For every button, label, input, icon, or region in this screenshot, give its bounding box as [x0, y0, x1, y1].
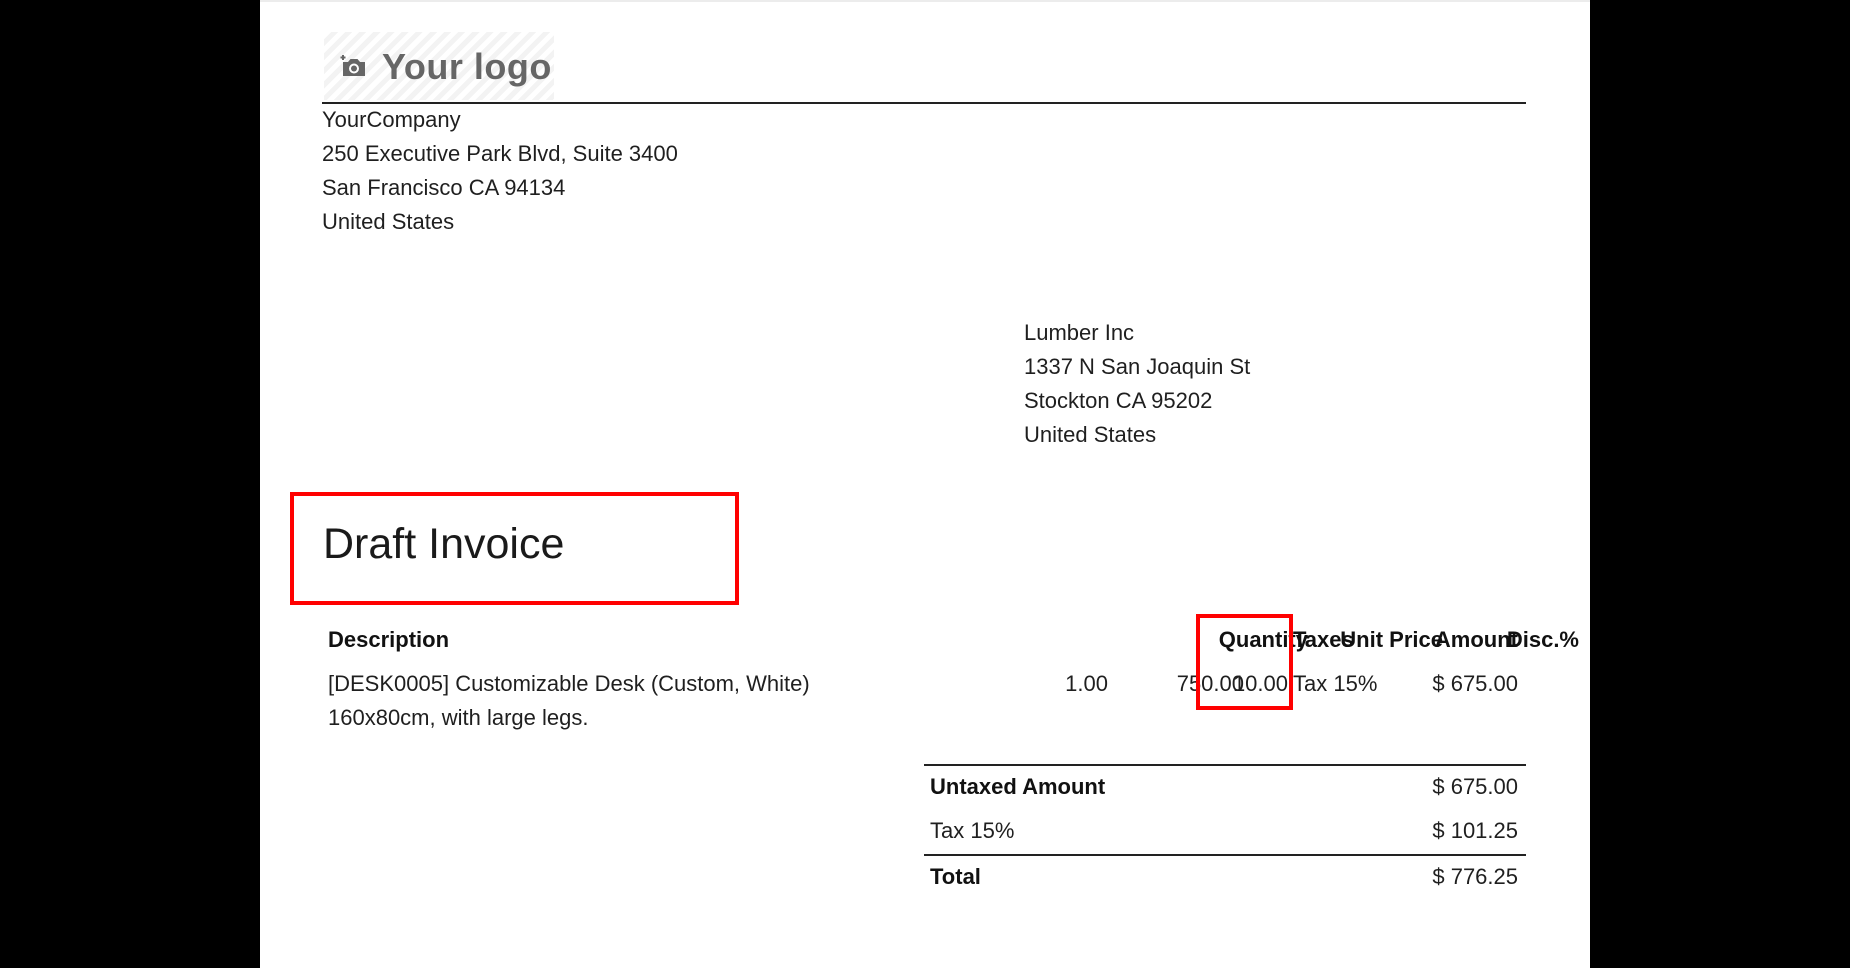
- line-description-detail: 160x80cm, with large legs.: [328, 705, 589, 730]
- line-amount: $ 675.00: [1432, 671, 1518, 696]
- company-street: 250 Executive Park Blvd, Suite 3400: [322, 141, 678, 166]
- line-taxes: Tax 15%: [1293, 671, 1378, 696]
- company-country: United States: [322, 209, 455, 234]
- tax-value: $ 101.25: [1432, 818, 1518, 843]
- untaxed-amount-value: $ 675.00: [1432, 774, 1518, 799]
- customer-street: 1337 N San Joaquin St: [1024, 354, 1251, 379]
- title-highlight-box: [290, 492, 739, 605]
- company-name: YourCompany: [322, 107, 461, 132]
- total-label: Total: [930, 864, 981, 889]
- tax-label: Tax 15%: [930, 818, 1015, 843]
- logo-text: Your logo: [382, 46, 552, 87]
- company-city: San Francisco CA 94134: [322, 175, 566, 200]
- line-quantity: 1.00: [1065, 671, 1108, 696]
- discount-highlight-box: [1196, 614, 1293, 710]
- totals-divider: [924, 854, 1526, 856]
- total-value: $ 776.25: [1432, 864, 1518, 889]
- col-header-description: Description: [328, 627, 450, 652]
- logo-placeholder[interactable]: Your logo: [324, 32, 554, 100]
- customer-country: United States: [1024, 422, 1157, 447]
- company-address: YourCompany 250 Executive Park Blvd, Sui…: [322, 103, 678, 239]
- untaxed-amount-label: Untaxed Amount: [930, 774, 1106, 799]
- customer-address: Lumber Inc 1337 N San Joaquin St Stockto…: [1024, 316, 1250, 452]
- col-header-amount: Amount: [1434, 627, 1518, 652]
- totals-divider-top: [924, 764, 1526, 766]
- line-description: [DESK0005] Customizable Desk (Custom, Wh…: [328, 671, 810, 696]
- customer-name: Lumber Inc: [1024, 320, 1135, 345]
- customer-city: Stockton CA 95202: [1024, 388, 1213, 413]
- col-header-taxes: Taxes: [1293, 627, 1354, 652]
- invoice-page: Your logo YourCompany 250 Executive Park…: [260, 0, 1590, 968]
- camera-icon: [340, 55, 365, 76]
